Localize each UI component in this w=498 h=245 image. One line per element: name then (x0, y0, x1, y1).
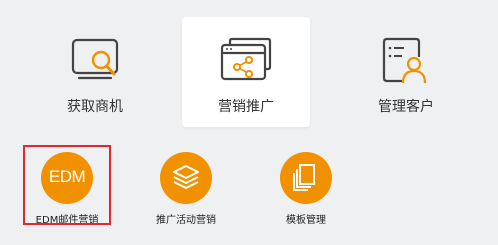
search-monitor-icon (71, 38, 119, 80)
nav-manage-customers[interactable]: 管理客户 (342, 17, 470, 127)
sub-item-label: 模板管理 (286, 215, 326, 226)
template-copy-icon (293, 164, 315, 191)
sub-item-label: 推广活动营销 (156, 215, 216, 226)
template-icon-circle (280, 152, 332, 204)
template-management[interactable]: 模板管理 (256, 148, 356, 228)
nav-label: 管理客户 (378, 99, 434, 115)
customer-list-icon (382, 37, 427, 84)
layers-icon (173, 165, 199, 189)
nav-marketing-promotion[interactable]: 营销推广 (182, 17, 310, 127)
layers-icon-circle (160, 152, 212, 204)
nav-label: 获取商机 (67, 99, 123, 115)
nav-label: 营销推广 (218, 99, 274, 115)
nav-get-opportunities[interactable]: 获取商机 (31, 17, 159, 127)
selection-highlight-box (23, 145, 111, 225)
promotion-activity-marketing[interactable]: 推广活动营销 (136, 148, 236, 228)
share-window-icon (220, 37, 272, 81)
